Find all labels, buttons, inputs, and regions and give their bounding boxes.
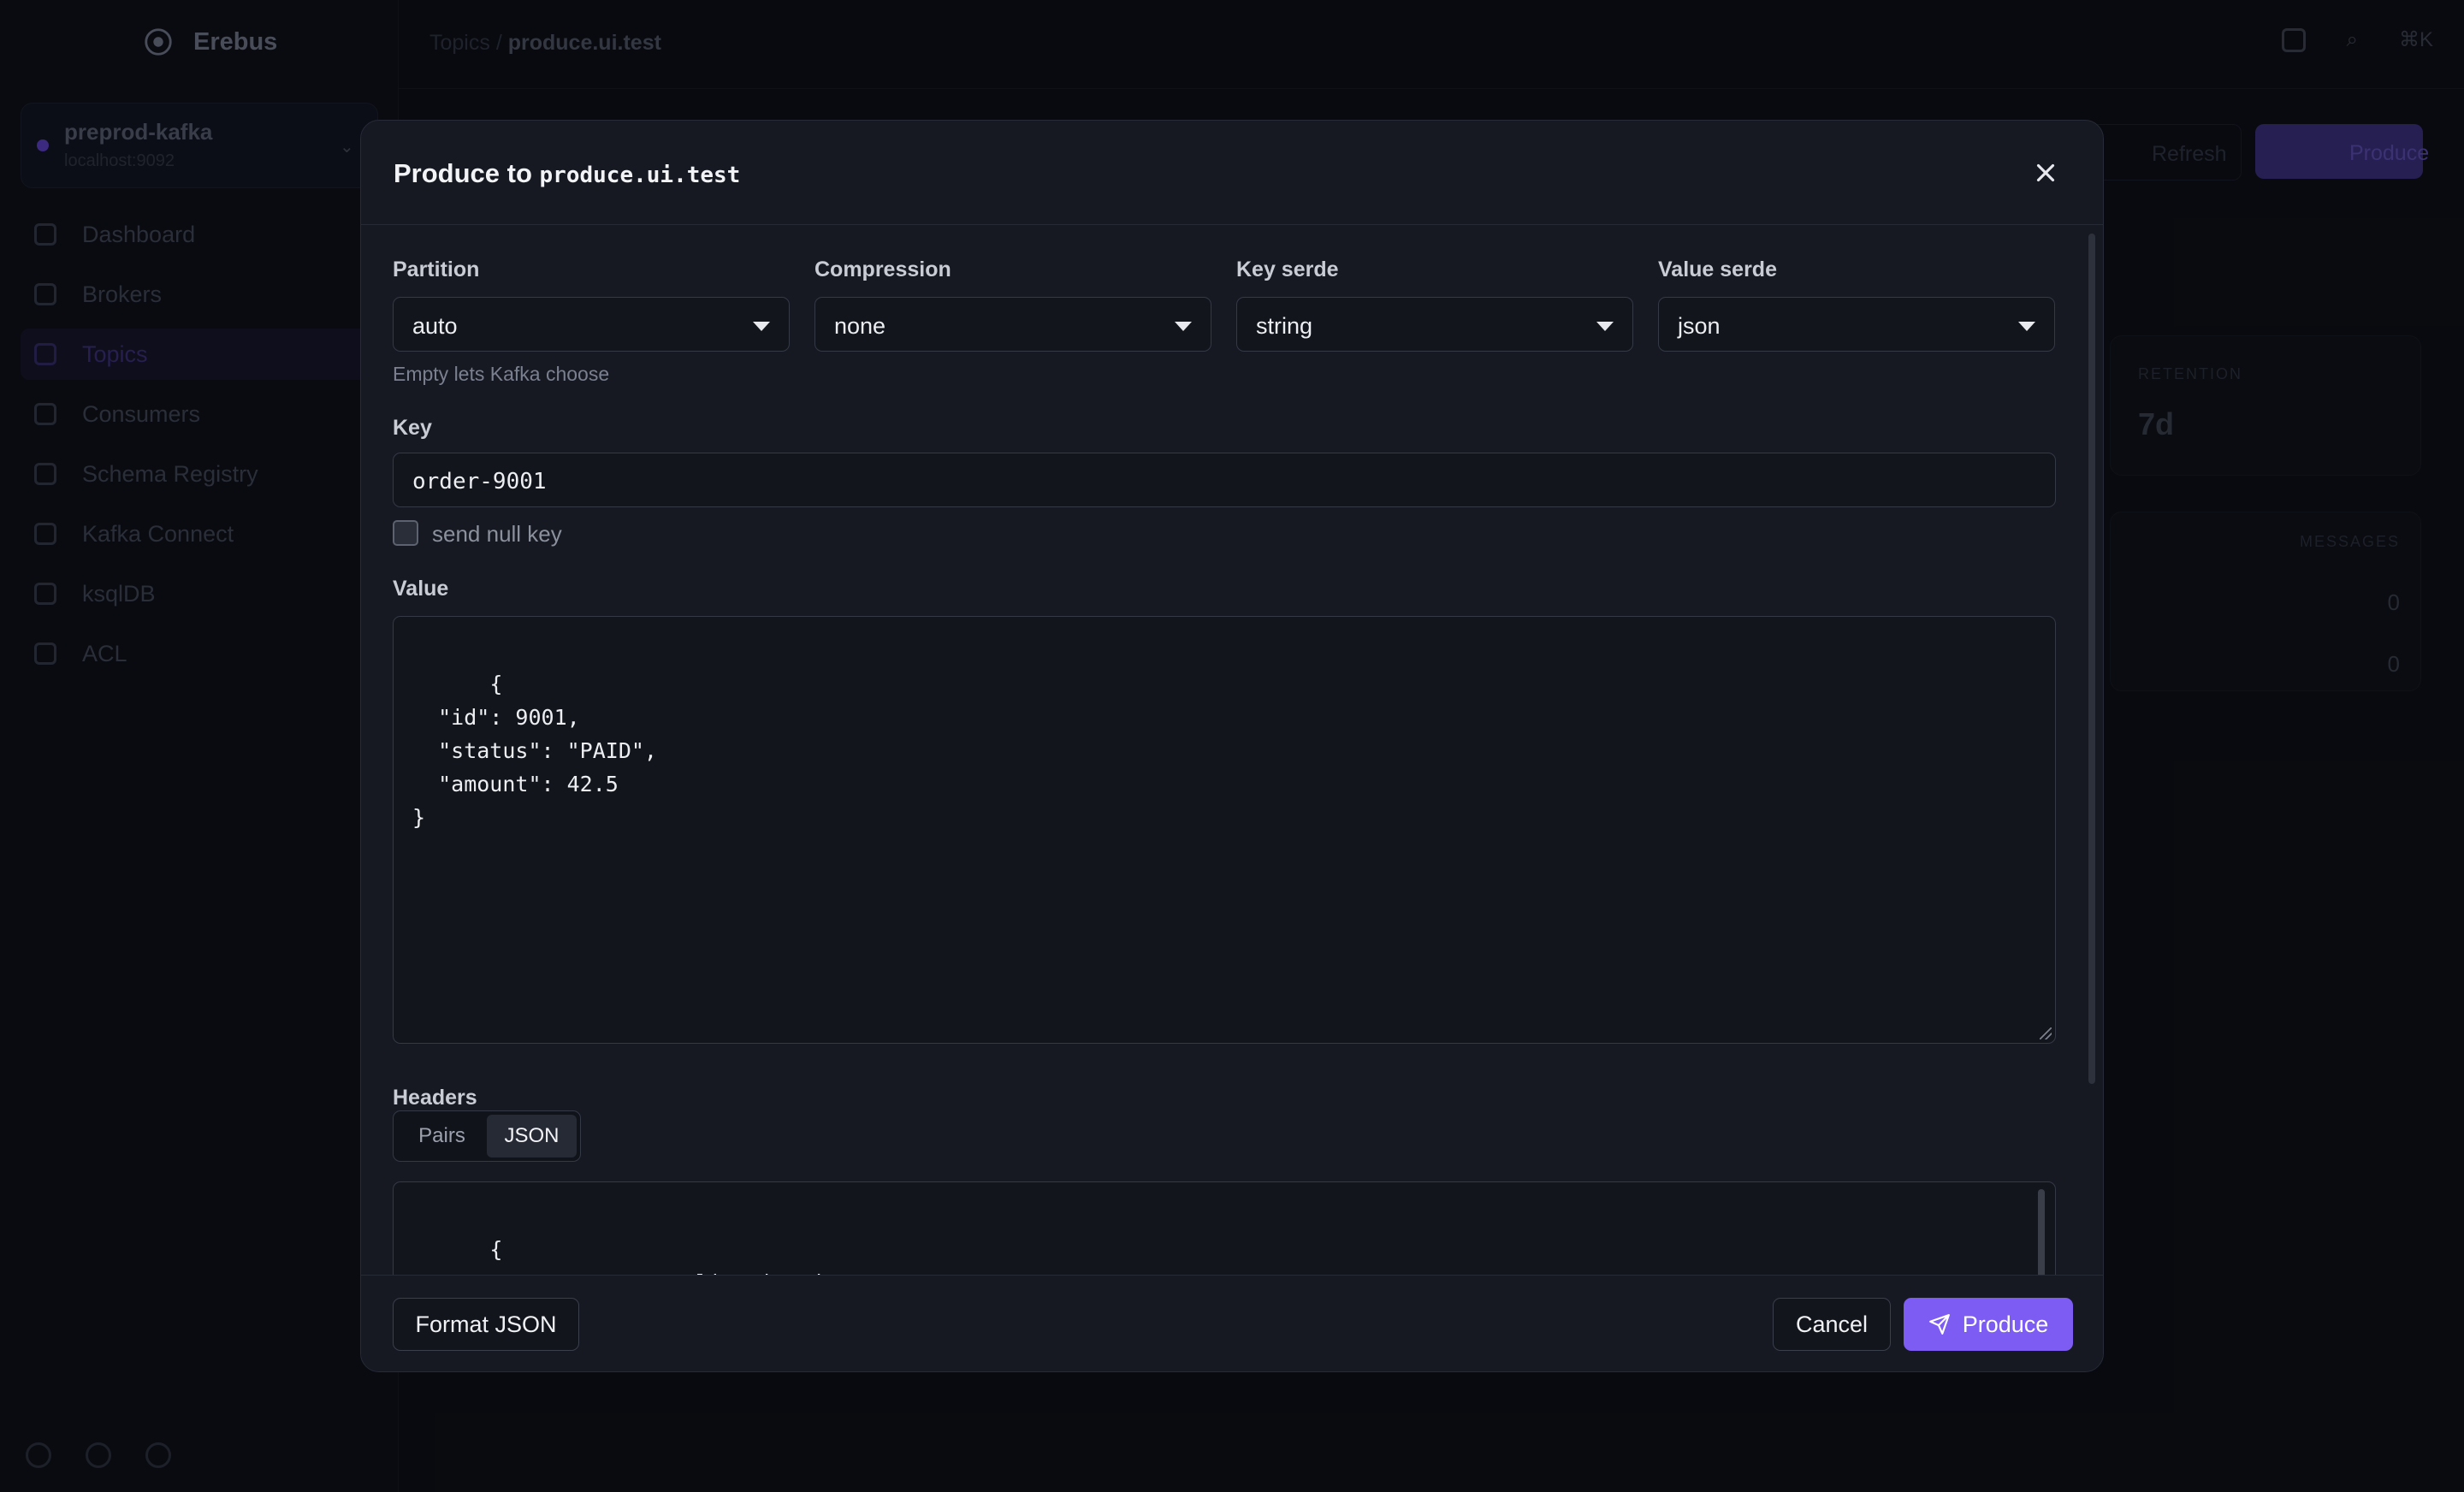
compression-label: Compression [814,258,951,281]
value-serde-label: Value serde [1658,258,1777,281]
partition-hint: Empty lets Kafka choose [393,363,610,385]
submit-produce-button[interactable]: Produce [1904,1298,2073,1351]
dialog-title-prefix: Produce to [394,158,532,188]
headers-label: Headers [393,1086,477,1110]
key-input[interactable]: order-9001 [393,453,2056,507]
produce-dialog: Produce to produce.ui.test Partition aut… [360,120,2104,1372]
key-serde-select[interactable]: string [1236,297,1633,352]
partition-select[interactable]: auto [393,297,790,352]
value-serde-value: json [1678,313,1721,339]
value-serde-select[interactable]: json [1658,297,2055,352]
headers-editor-text: { "content-type": "application/json", "x… [438,1237,889,1275]
send-icon [1928,1314,1950,1335]
chevron-down-icon [753,322,770,331]
partition-label: Partition [393,258,480,281]
tab-json[interactable]: JSON [487,1115,577,1157]
chevron-down-icon [1596,322,1614,331]
compression-value: none [834,313,886,339]
compression-select[interactable]: none [814,297,1211,352]
headers-editor[interactable]: { "content-type": "application/json", "x… [393,1181,2056,1275]
cancel-button[interactable]: Cancel [1773,1298,1891,1351]
headers-mode-toggle: Pairs JSON [393,1110,581,1162]
null-key-checkbox[interactable] [393,520,418,546]
close-icon[interactable] [2031,158,2060,187]
value-editor-text: { "id": 9001, "status": "PAID", "amount"… [412,672,657,830]
chevron-down-icon [2018,322,2035,331]
dialog-header: Produce to produce.ui.test [361,121,2103,225]
tab-pairs[interactable]: Pairs [397,1115,487,1157]
key-serde-label: Key serde [1236,258,1339,281]
dialog-title: Produce to produce.ui.test [394,158,740,189]
submit-produce-label: Produce [1962,1311,2049,1337]
null-key-label: send null key [432,521,562,547]
partition-value: auto [412,313,458,339]
dialog-scrollbar[interactable] [2088,234,2095,1084]
dialog-footer: Format JSON Cancel Produce [361,1275,2103,1371]
key-label: Key [393,416,432,440]
dialog-body: Partition auto Empty lets Kafka choose C… [361,226,2103,1275]
value-label: Value [393,577,449,601]
key-serde-value: string [1256,313,1313,339]
resize-handle-icon[interactable] [2040,1027,2052,1039]
format-json-button[interactable]: Format JSON [393,1298,579,1351]
chevron-down-icon [1175,322,1192,331]
headers-scrollbar[interactable] [2038,1189,2045,1275]
dialog-topic-name: produce.ui.test [539,163,741,188]
value-editor[interactable]: { "id": 9001, "status": "PAID", "amount"… [393,616,2056,1044]
